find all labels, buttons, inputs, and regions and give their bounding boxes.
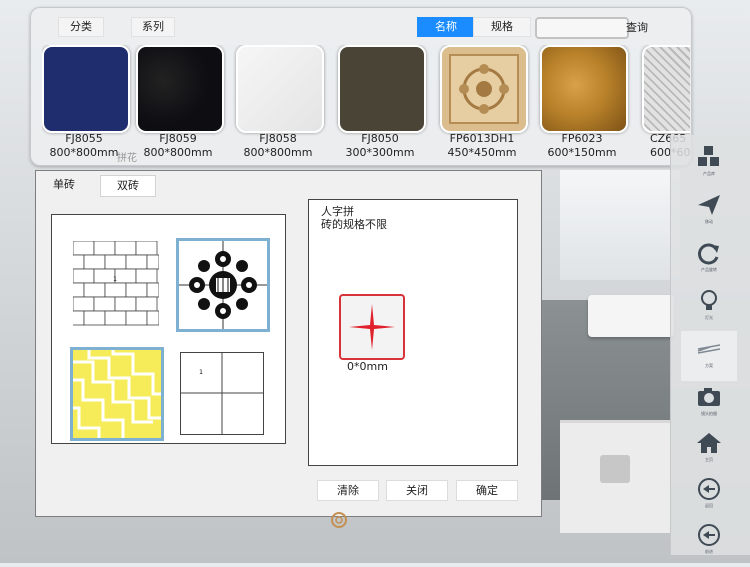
pattern-preview: 人字拼 砖的规格不限 0*0mm [308, 199, 518, 466]
tile-label: FP6013DH1 450*450mm [432, 132, 532, 160]
tile-fj8059[interactable] [136, 45, 224, 133]
scheme-button[interactable]: 方案 [681, 331, 737, 381]
close-button[interactable]: 关闭 [386, 480, 448, 501]
tile-fp6013dh1[interactable] [440, 45, 528, 133]
name-tab[interactable]: 名称 [417, 17, 475, 37]
tile-code: FJ8055 [65, 132, 103, 145]
brick-pattern[interactable]: 1 [73, 241, 159, 326]
herringbone-pattern[interactable] [70, 347, 164, 441]
tool-label: 前进 [705, 549, 713, 554]
preview-title: 人字拼 砖的规格不限 [321, 205, 387, 231]
tile-swatch [644, 47, 690, 131]
clear-button[interactable]: 清除 [317, 480, 379, 501]
tile-label: FJ8059 800*800mm [128, 132, 228, 160]
grid-pattern[interactable]: 1 [180, 352, 264, 435]
tool-label: 产品库 [703, 171, 715, 176]
tile-label: FP6023 600*150mm [532, 132, 632, 160]
tool-label: 产品旋转 [701, 267, 717, 272]
product-rotate-button[interactable]: 产品旋转 [681, 235, 737, 285]
tile-code: FJ8058 [259, 132, 297, 145]
rotate-handle-icon[interactable] [330, 511, 348, 529]
confirm-button[interactable]: 确定 [456, 480, 518, 501]
tile-list: FJ8055 800*800mm FJ8059 800*800mm FJ8058… [42, 45, 690, 165]
tile-size: 800*800mm [243, 146, 313, 159]
camera-icon [698, 388, 720, 406]
tile-swatch [442, 47, 526, 131]
tile-swatch [238, 47, 322, 131]
cubes-icon [698, 146, 719, 166]
light-button[interactable]: 灯光 [681, 283, 737, 333]
tile-cz665[interactable] [642, 45, 690, 133]
move-button[interactable]: 移动 [681, 187, 737, 237]
obscured-pattern-label: 拼花 [117, 153, 137, 164]
home-icon [697, 433, 721, 453]
herringbone-icon [73, 350, 161, 438]
tile-label: FJ8058 800*800mm [228, 132, 328, 160]
tile-code: FP6013DH1 [449, 132, 515, 145]
preview-tile[interactable] [339, 294, 405, 360]
search-button[interactable]: 查询 [626, 19, 648, 35]
tile-code: FJ8050 [361, 132, 399, 145]
product-library-button[interactable]: 产品库 [681, 139, 737, 189]
tile-fj8058[interactable] [236, 45, 324, 133]
tile-fj8050[interactable] [338, 45, 426, 133]
tile-size: 600*150mm [547, 146, 617, 159]
tile-swatch [340, 47, 424, 131]
spec-tab[interactable]: 规格 [473, 17, 531, 37]
background-window [560, 170, 680, 280]
brick-pattern-label: 1 [113, 276, 117, 283]
tile-code: FP6023 [561, 132, 603, 145]
tool-label: 方案 [705, 363, 713, 368]
tile-size: 300*300mm [345, 146, 415, 159]
background-sink [588, 295, 674, 337]
background-faucet [600, 455, 630, 483]
tool-label: 移动 [705, 219, 713, 224]
tile-label: FJ8050 300*300mm [330, 132, 430, 160]
tile-swatch [542, 47, 626, 131]
pattern-dialog: 单砖 双砖 1 1 人字拼 砖的规格不限 0*0mm 清除 关闭 确定 [35, 170, 542, 517]
forward-button[interactable]: 前进 [681, 517, 737, 567]
single-tile-tab[interactable]: 单砖 [44, 175, 84, 195]
search-input[interactable] [535, 17, 629, 39]
floral-medallion-pattern[interactable] [176, 238, 270, 332]
right-toolbar: 产品库 移动 产品旋转 灯光 方案 镜头拍摄 主页 返回 前进 [670, 135, 750, 555]
tile-code: FJ8059 [159, 132, 197, 145]
tool-label: 镜头拍摄 [701, 411, 717, 416]
back-button[interactable]: 返回 [681, 471, 737, 521]
double-tile-tab[interactable]: 双砖 [100, 175, 156, 197]
tile-fj8055[interactable] [42, 45, 130, 133]
tile-swatch [44, 47, 128, 131]
back-arrow-icon [698, 478, 720, 500]
crosshair-icon [349, 304, 395, 350]
tool-label: 灯光 [705, 315, 713, 320]
series-tab[interactable]: 系列 [131, 17, 175, 37]
grid-pattern-label: 1 [199, 369, 203, 376]
product-catalog-panel: 分类 系列 名称 规格 查询 FJ8055 800*800mm FJ8059 8… [30, 7, 692, 166]
tool-label: 返回 [705, 503, 713, 508]
pattern-list: 1 1 [51, 214, 286, 444]
tool-label: 主页 [705, 457, 713, 462]
camera-button[interactable]: 镜头拍摄 [681, 379, 737, 429]
tile-size: 450*450mm [447, 146, 517, 159]
preview-size: 0*0mm [347, 360, 388, 373]
tile-size: 800*800mm [143, 146, 213, 159]
lightbulb-icon [701, 290, 717, 310]
tile-swatch [138, 47, 222, 131]
home-button[interactable]: 主页 [681, 425, 737, 475]
tile-fp6023[interactable] [540, 45, 628, 133]
category-tab[interactable]: 分类 [58, 17, 104, 37]
forward-arrow-icon [698, 524, 720, 546]
rotate-icon [698, 243, 719, 265]
send-arrow-icon [698, 195, 720, 215]
medallion-icon [179, 241, 267, 329]
pattern-scheme-icon [697, 344, 721, 354]
